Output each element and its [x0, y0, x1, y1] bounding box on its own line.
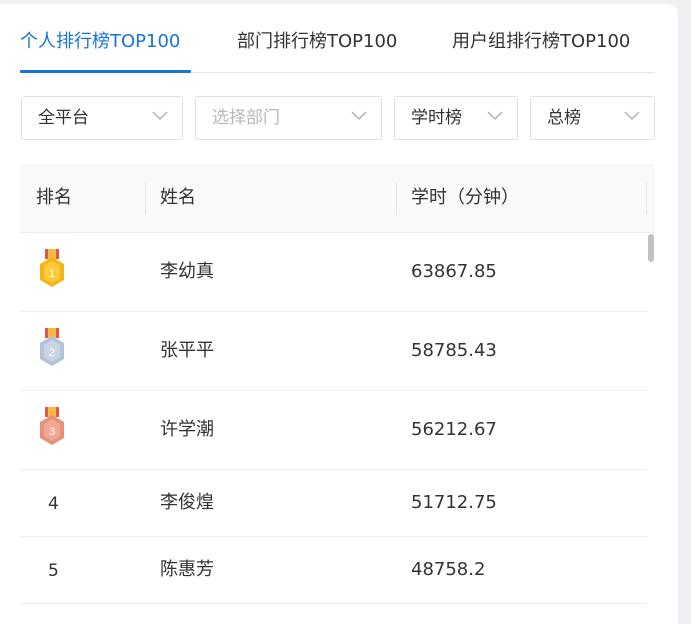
column-divider	[396, 182, 397, 214]
row-rank: 5	[48, 561, 59, 581]
table-row[interactable]: 4 李俊煌 51712.75	[20, 470, 647, 537]
row-hours: 51712.75	[411, 492, 497, 513]
silver-medal-icon: 2	[40, 328, 64, 366]
period-select-value: 总榜	[547, 108, 581, 128]
row-hours: 48758.2	[411, 559, 486, 580]
metric-select[interactable]: 学时榜	[394, 96, 518, 140]
row-name: 许学潮	[160, 419, 214, 440]
gold-medal-icon: 1	[40, 249, 64, 287]
platform-select[interactable]: 全平台	[21, 96, 183, 140]
table-row[interactable]: 1 李幼真 63867.85	[20, 233, 647, 312]
department-select-placeholder: 选择部门	[212, 108, 280, 128]
table-scrollbar[interactable]	[647, 232, 655, 622]
row-hours: 56212.67	[411, 419, 497, 440]
metric-select-value: 学时榜	[411, 108, 462, 128]
column-divider	[646, 182, 647, 214]
tab-usergroup-top100[interactable]: 用户组排行榜TOP100	[452, 30, 630, 54]
table-header: 排名 姓名 学时（分钟）	[20, 164, 655, 233]
chevron-down-icon	[152, 111, 168, 121]
scrollbar-thumb[interactable]	[648, 234, 654, 262]
row-rank: 4	[48, 494, 59, 514]
leaderboard-panel: 个人排行榜TOP100 部门排行榜TOP100 用户组排行榜TOP100 全平台…	[0, 4, 678, 624]
leaderboard-tabs: 个人排行榜TOP100 部门排行榜TOP100 用户组排行榜TOP100	[20, 4, 655, 73]
column-divider	[145, 182, 146, 214]
row-name: 张平平	[160, 340, 214, 361]
row-name: 李俊煌	[160, 492, 214, 513]
table-row[interactable]: 5 陈惠芳 48758.2	[20, 537, 647, 604]
chevron-down-icon	[487, 111, 503, 121]
chevron-down-icon	[351, 111, 367, 121]
chevron-down-icon	[624, 111, 640, 121]
platform-select-value: 全平台	[38, 108, 89, 128]
row-hours: 63867.85	[411, 261, 497, 282]
column-header-rank: 排名	[36, 187, 72, 208]
tab-personal-top100[interactable]: 个人排行榜TOP100	[20, 30, 180, 54]
table-row[interactable]: 2 张平平 58785.43	[20, 312, 647, 391]
row-name: 李幼真	[160, 261, 214, 282]
active-tab-indicator	[20, 70, 191, 73]
table-row[interactable]: 3 许学潮 56212.67	[20, 391, 647, 470]
period-select[interactable]: 总榜	[530, 96, 655, 140]
svg-text:2: 2	[49, 347, 55, 359]
tab-department-top100[interactable]: 部门排行榜TOP100	[237, 30, 397, 54]
column-header-name: 姓名	[160, 187, 196, 208]
row-hours: 58785.43	[411, 340, 497, 361]
bronze-medal-icon: 3	[40, 407, 64, 445]
svg-text:3: 3	[49, 426, 55, 438]
column-header-hours: 学时（分钟）	[411, 187, 519, 208]
svg-text:1: 1	[49, 268, 55, 280]
row-name: 陈惠芳	[160, 559, 214, 580]
department-select[interactable]: 选择部门	[195, 96, 382, 140]
